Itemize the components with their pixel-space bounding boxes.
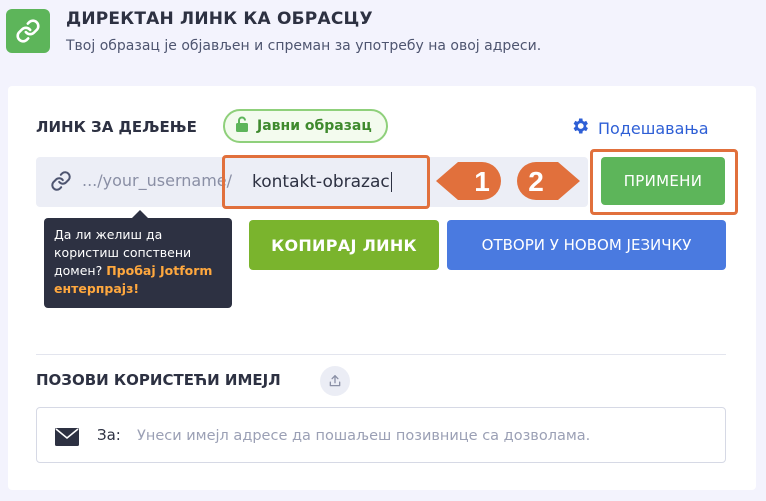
gear-icon: [570, 116, 590, 140]
custom-domain-tooltip: Да ли желиш да користиш сопствени домен?…: [44, 210, 232, 308]
public-form-label: Јавни образац: [257, 118, 372, 134]
envelope-icon: [55, 428, 79, 450]
email-to-label: За:: [97, 426, 121, 444]
link-icon: [50, 170, 72, 196]
email-input[interactable]: [137, 425, 707, 447]
apply-button[interactable]: ПРИМЕНИ: [601, 157, 725, 205]
step-2-callout: 2: [517, 162, 580, 200]
unlock-icon: [235, 116, 249, 136]
page-title: ДИРЕКТАН ЛИНК КА ОБРАСЦУ: [66, 9, 373, 29]
public-form-badge[interactable]: Јавни образац: [223, 109, 388, 143]
settings-link[interactable]: Подешавања: [570, 116, 709, 140]
share-card: ЛИНК ЗА ДЕЉЕЊЕ Јавни образац Подешавања …: [8, 86, 756, 490]
page-header: ДИРЕКТАН ЛИНК КА ОБРАСЦУ Твој образац је…: [0, 0, 766, 80]
page-subtitle: Твој образац је објављен и спреман за уп…: [66, 38, 542, 54]
step-1-number: 1: [474, 166, 490, 197]
url-prefix: .../your_username/: [82, 171, 233, 190]
share-icon[interactable]: [320, 366, 350, 396]
open-new-tab-button[interactable]: ОТВОРИ У НОВОМ ЈЕЗИЧКУ: [447, 220, 726, 270]
copy-link-button[interactable]: КОПИРАЈ ЛИНК: [249, 220, 439, 270]
link-icon: [6, 9, 50, 53]
step-2-number: 2: [528, 166, 544, 197]
email-invite-field[interactable]: За:: [36, 407, 726, 463]
section-divider: [36, 354, 726, 355]
settings-label: Подешавања: [598, 118, 709, 138]
share-link-label: ЛИНК ЗА ДЕЉЕЊЕ: [36, 118, 197, 136]
step-1-callout: 1: [436, 162, 501, 200]
invite-email-label: ПОЗОВИ КОРИСТЕЋИ ИМЕЈЛ: [36, 371, 281, 389]
url-slug-input[interactable]: kontakt-obrazac: [252, 172, 392, 192]
